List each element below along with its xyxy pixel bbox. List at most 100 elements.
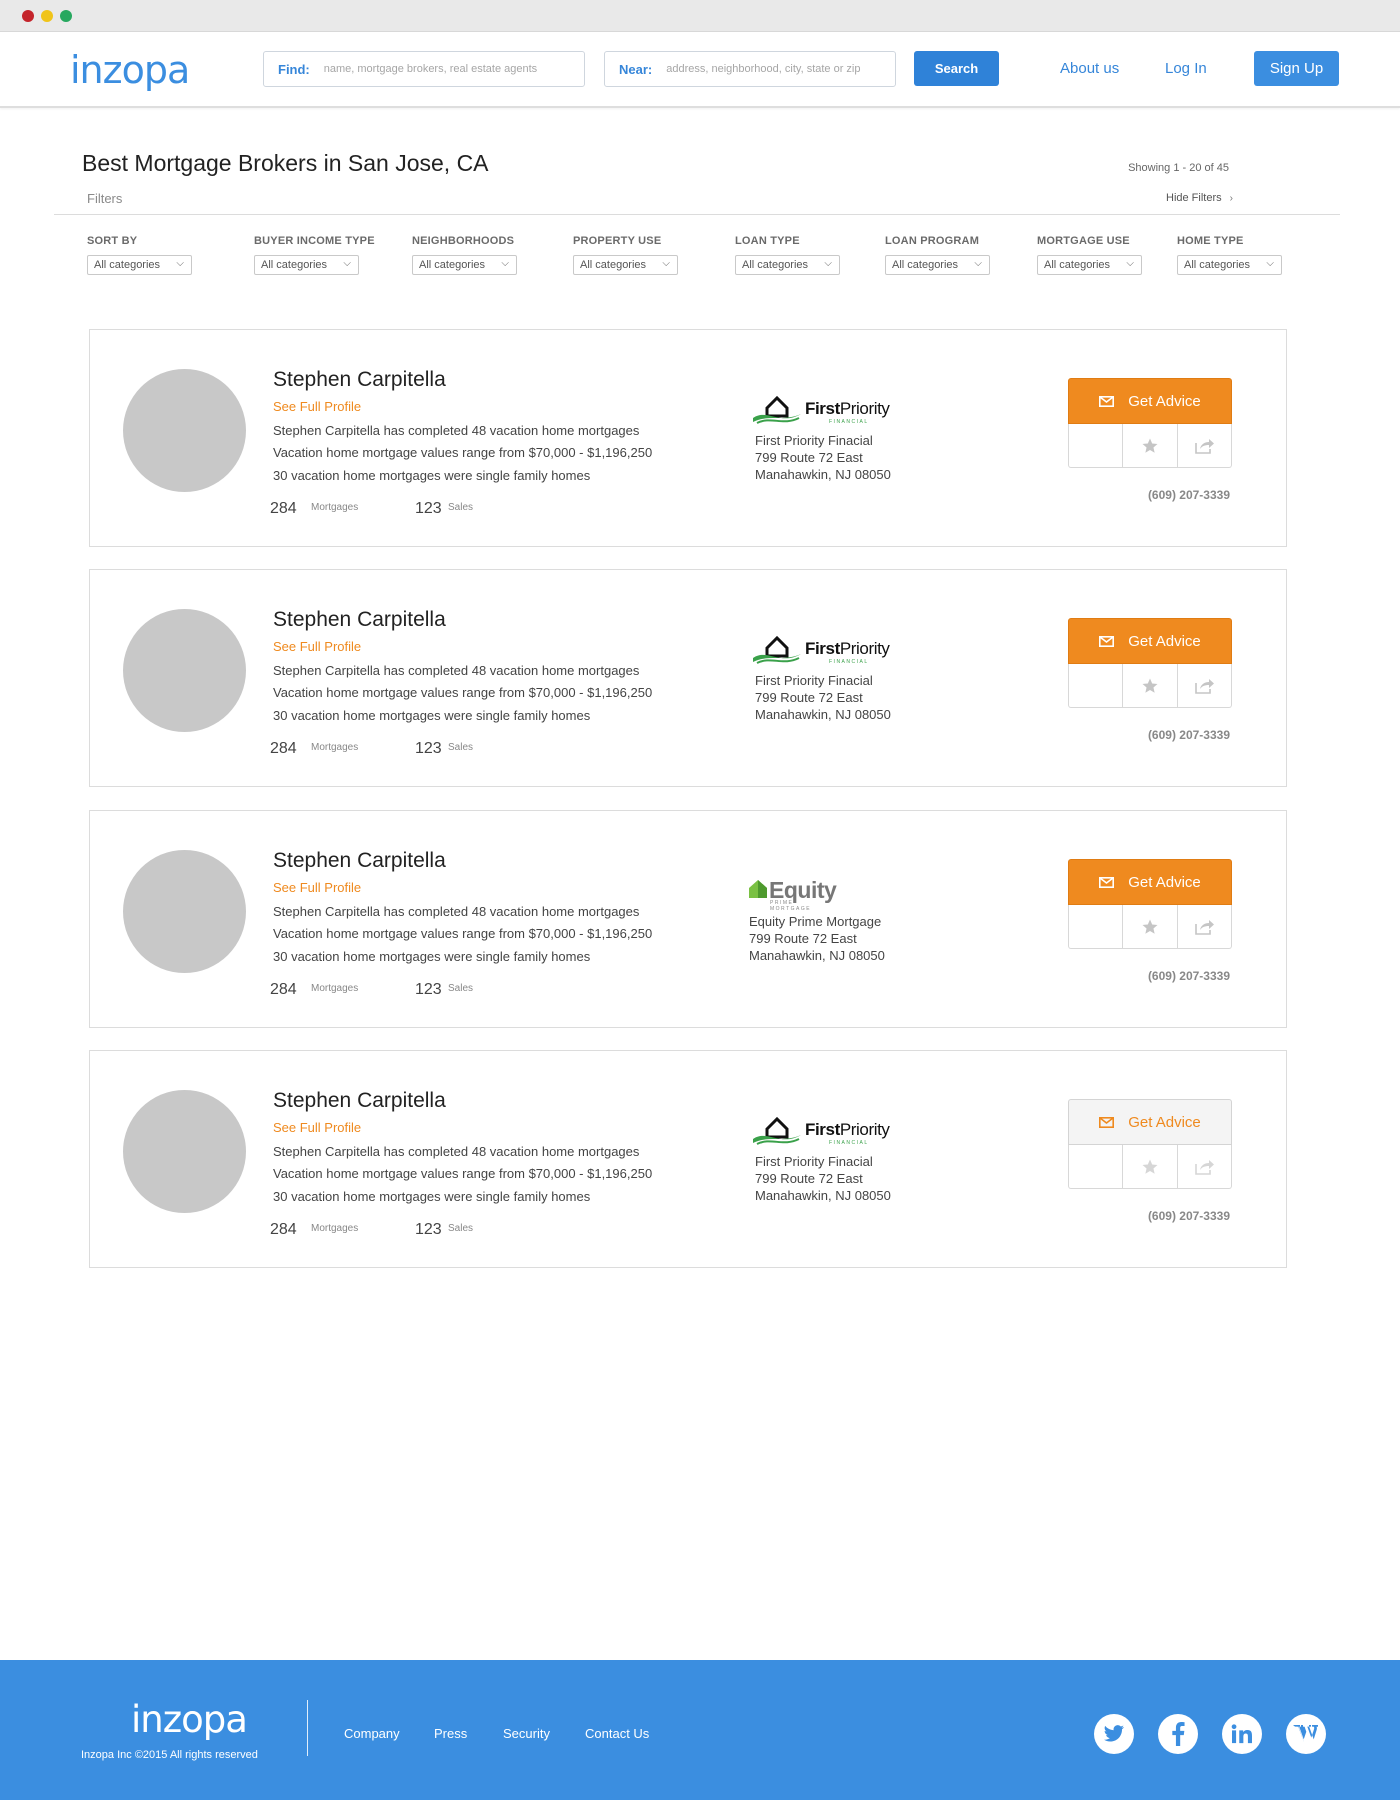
see-full-profile-link[interactable]: See Full Profile — [273, 1120, 361, 1135]
filter-label: LOAN TYPE — [735, 235, 800, 247]
favorite-button[interactable] — [1123, 424, 1178, 467]
footer-link-company[interactable]: Company — [344, 1726, 400, 1741]
star-icon — [1142, 678, 1158, 693]
company-name: First Priority Finacial — [755, 1154, 873, 1169]
star-icon — [1142, 438, 1158, 453]
copyright-text: Inzopa Inc ©2015 All rights reserved — [81, 1749, 258, 1761]
filter-select-value: All categories — [419, 259, 486, 271]
close-window-button[interactable] — [22, 10, 34, 22]
company-address: 799 Route 72 East — [755, 450, 863, 465]
filter-label: PROPERTY USE — [573, 235, 662, 247]
sign-up-button[interactable]: Sign Up — [1254, 51, 1339, 86]
avatar[interactable] — [123, 1090, 246, 1213]
linkedin-icon[interactable] — [1222, 1714, 1262, 1754]
broker-summary-line: Vacation home mortgage values range from… — [273, 445, 653, 460]
avatar[interactable] — [123, 609, 246, 732]
filter-select[interactable]: All categories ⌵ — [87, 255, 192, 275]
filter-select[interactable]: All categories ⌵ — [1037, 255, 1142, 275]
house-swoosh-icon — [753, 635, 801, 664]
get-advice-label: Get Advice — [1128, 392, 1201, 410]
broker-name[interactable]: Stephen Carpitella — [273, 849, 446, 873]
broker-name[interactable]: Stephen Carpitella — [273, 608, 446, 632]
share-icon — [1195, 438, 1215, 454]
logo-subtext: PRIME MORTGAGE — [770, 900, 812, 912]
footer-logo[interactable]: inzopa — [131, 1698, 248, 1741]
filter-label: MORTGAGE USE — [1037, 235, 1130, 247]
wordpress-icon[interactable] — [1286, 1714, 1326, 1754]
see-full-profile-link[interactable]: See Full Profile — [273, 399, 361, 414]
action-empty-button[interactable] — [1069, 664, 1124, 707]
footer-link-security[interactable]: Security — [503, 1726, 550, 1741]
broker-phone[interactable]: (609) 207-3339 — [1148, 728, 1230, 742]
get-advice-button[interactable]: Get Advice — [1068, 1099, 1232, 1145]
find-input[interactable] — [323, 63, 554, 75]
get-advice-button[interactable]: Get Advice — [1068, 378, 1232, 424]
broker-actions — [1068, 905, 1232, 949]
action-empty-button[interactable] — [1069, 424, 1124, 467]
maximize-window-button[interactable] — [60, 10, 72, 22]
company-address: Manahawkin, NJ 08050 — [755, 1188, 891, 1203]
broker-name[interactable]: Stephen Carpitella — [273, 1089, 446, 1113]
filter-select[interactable]: All categories ⌵ — [573, 255, 678, 275]
find-label: Find: — [278, 61, 310, 77]
filter-select[interactable]: All categories ⌵ — [735, 255, 840, 275]
share-button[interactable] — [1178, 905, 1231, 948]
filter-home-type: HOME TYPE All categories ⌵ — [1177, 235, 1282, 275]
filter-select[interactable]: All categories ⌵ — [412, 255, 517, 275]
chevron-right-icon: › — [1229, 192, 1233, 204]
broker-summary-line: Vacation home mortgage values range from… — [273, 685, 653, 700]
twitter-icon[interactable] — [1094, 1714, 1134, 1754]
chevron-down-icon: ⌵ — [176, 258, 184, 269]
share-button[interactable] — [1178, 664, 1231, 707]
action-empty-button[interactable] — [1069, 905, 1124, 948]
company-address: Manahawkin, NJ 08050 — [749, 948, 885, 963]
window-titlebar — [0, 0, 1400, 32]
company-name: Equity Prime Mortgage — [749, 914, 882, 929]
get-advice-button[interactable]: Get Advice — [1068, 618, 1232, 664]
get-advice-label: Get Advice — [1128, 632, 1201, 650]
favorite-button[interactable] — [1123, 664, 1178, 707]
footer-link-press[interactable]: Press — [434, 1726, 467, 1741]
hide-filters-toggle[interactable]: Hide Filters › — [1166, 192, 1233, 204]
mail-icon — [1099, 635, 1115, 647]
logo-subtext: FINANCIAL — [829, 1140, 869, 1146]
facebook-icon[interactable] — [1158, 1714, 1198, 1754]
see-full-profile-link[interactable]: See Full Profile — [273, 880, 361, 895]
filter-select[interactable]: All categories ⌵ — [254, 255, 359, 275]
near-input[interactable] — [666, 63, 895, 75]
mortgages-count: 284 — [270, 500, 297, 517]
find-field[interactable]: Find: — [263, 51, 585, 87]
page-title: Best Mortgage Brokers in San Jose, CA — [82, 150, 489, 176]
get-advice-button[interactable]: Get Advice — [1068, 859, 1232, 905]
avatar[interactable] — [123, 369, 246, 492]
filter-select[interactable]: All categories ⌵ — [885, 255, 990, 275]
about-us-link[interactable]: About us — [1060, 60, 1119, 77]
see-full-profile-link[interactable]: See Full Profile — [273, 639, 361, 654]
filter-select-value: All categories — [94, 259, 161, 271]
broker-phone[interactable]: (609) 207-3339 — [1148, 1209, 1230, 1223]
near-field[interactable]: Near: — [604, 51, 896, 87]
broker-phone[interactable]: (609) 207-3339 — [1148, 488, 1230, 502]
log-in-link[interactable]: Log In — [1165, 60, 1207, 77]
favorite-button[interactable] — [1123, 905, 1178, 948]
share-button[interactable] — [1178, 1145, 1231, 1188]
minimize-window-button[interactable] — [41, 10, 53, 22]
broker-phone[interactable]: (609) 207-3339 — [1148, 969, 1230, 983]
broker-actions — [1068, 424, 1232, 468]
footer-link-contact-us[interactable]: Contact Us — [585, 1726, 649, 1741]
share-button[interactable] — [1178, 424, 1231, 467]
favorite-button[interactable] — [1123, 1145, 1178, 1188]
logo-text: Priority — [839, 1120, 890, 1139]
mortgages-count: 284 — [270, 740, 297, 757]
search-button[interactable]: Search — [914, 51, 999, 86]
filter-select[interactable]: All categories ⌵ — [1177, 255, 1282, 275]
sales-count: 123 — [415, 981, 442, 998]
filter-label: SORT BY — [87, 235, 138, 247]
filter-loan-type: LOAN TYPE All categories ⌵ — [735, 235, 840, 275]
broker-name[interactable]: Stephen Carpitella — [273, 368, 446, 392]
mortgages-count: 284 — [270, 1221, 297, 1238]
action-empty-button[interactable] — [1069, 1145, 1124, 1188]
company-logo: FirstPriority FINANCIAL — [753, 392, 890, 426]
site-logo[interactable]: inzopa — [70, 48, 190, 92]
avatar[interactable] — [123, 850, 246, 973]
